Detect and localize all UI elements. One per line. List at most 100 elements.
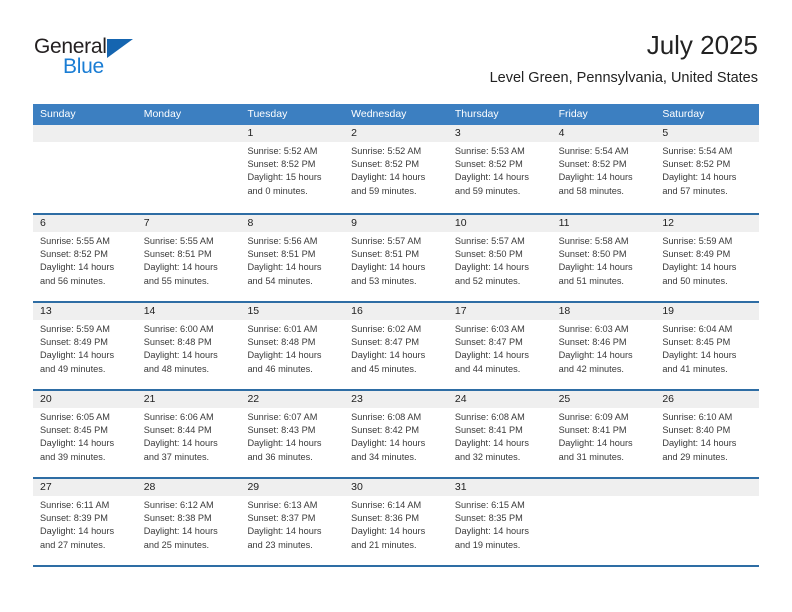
calendar-grid: Sunday Monday Tuesday Wednesday Thursday…: [33, 104, 760, 567]
calendar-day-cell[interactable]: 25 Sunrise: 6:09 AM Sunset: 8:41 PM Dayligh…: [551, 391, 656, 477]
calendar-day-cell[interactable]: 12 Sunrise: 5:59 AM Sunset: 8:49 PM Dayligh…: [655, 215, 760, 301]
calendar-day-cell[interactable]: 26 Sunrise: 6:10 AM Sunset: 8:40 PM Dayligh…: [655, 391, 760, 477]
calendar-day-cell[interactable]: 28 Sunrise: 6:12 AM Sunset: 8:38 PM Dayligh…: [136, 479, 241, 565]
weekday-monday: Monday: [143, 108, 182, 120]
calendar-day-cell[interactable]: 27 Sunrise: 6:11 AM Sunset: 8:39 PM Dayligh…: [33, 479, 137, 565]
sunrise-time: Sunrise: 6:12 AM: [143, 500, 214, 510]
sunset-time: Sunset: 8:52 PM: [558, 159, 627, 170]
day-number: 7: [136, 215, 241, 232]
calendar-day-cell[interactable]: 1 Sunrise: 5:52 AM Sunset: 8:52 PM Daylight…: [240, 125, 345, 213]
sunrise-time: Sunrise: 6:11 AM: [40, 500, 110, 510]
calendar-day-cell[interactable]: 3 Sunrise: 5:53 AM Sunset: 8:52 PM Daylight…: [447, 125, 552, 213]
calendar-day-cell[interactable]: 22 Sunrise: 6:07 AM Sunset: 8:43 PM Dayligh…: [240, 391, 345, 477]
daylight-duration-line-2: and 31 minutes.: [558, 451, 624, 462]
sunset-time: Sunset: 8:38 PM: [143, 513, 212, 524]
day-details: Sunrise: 5:53 AM Sunset: 8:52 PM Daylight:…: [448, 142, 552, 198]
day-details: Sunrise: 5:56 AM Sunset: 8:51 PM Daylight:…: [240, 232, 344, 288]
calendar-week-row: 27 Sunrise: 6:11 AM Sunset: 8:39 PM Dayligh…: [33, 477, 760, 565]
daylight-duration-line-2: and 27 minutes.: [40, 539, 106, 550]
calendar-day-cell[interactable]: 24 Sunrise: 6:08 AM Sunset: 8:41 PM Dayligh…: [447, 391, 552, 477]
daylight-duration-line-1: Daylight: 14 hours: [247, 262, 322, 273]
sunrise-time: Sunrise: 6:02 AM: [351, 324, 422, 334]
daylight-duration-line-2: and 46 minutes.: [247, 363, 313, 374]
sunset-time: Sunset: 8:45 PM: [40, 425, 108, 436]
calendar-page: General Blue July 2025 Level Green, Penn…: [0, 0, 792, 612]
calendar-day-empty: [33, 125, 137, 213]
day-number: [136, 125, 241, 142]
calendar-day-cell[interactable]: 19 Sunrise: 6:04 AM Sunset: 8:45 PM Dayligh…: [655, 303, 760, 389]
calendar-day-cell[interactable]: 23 Sunrise: 6:08 AM Sunset: 8:42 PM Dayligh…: [344, 391, 448, 477]
daylight-duration-line-2: and 0 minutes.: [247, 185, 308, 196]
day-details: Sunrise: 6:02 AM Sunset: 8:47 PM Daylight:…: [344, 320, 448, 376]
calendar-day-cell[interactable]: 31 Sunrise: 6:15 AM Sunset: 8:35 PM Dayligh…: [447, 479, 552, 565]
daylight-duration-line-2: and 44 minutes.: [454, 363, 521, 374]
day-number: 12: [655, 215, 760, 232]
sunset-time: Sunset: 8:50 PM: [454, 249, 523, 260]
calendar-day-cell[interactable]: 15 Sunrise: 6:01 AM Sunset: 8:48 PM Dayligh…: [240, 303, 345, 389]
day-number: 25: [551, 391, 656, 408]
calendar-day-cell[interactable]: 9 Sunrise: 5:57 AM Sunset: 8:51 PM Daylight…: [344, 215, 448, 301]
sunset-time: Sunset: 8:47 PM: [351, 337, 420, 348]
calendar-day-cell[interactable]: 21 Sunrise: 6:06 AM Sunset: 8:44 PM Dayligh…: [136, 391, 241, 477]
calendar-day-cell[interactable]: 8 Sunrise: 5:56 AM Sunset: 8:51 PM Daylight…: [240, 215, 345, 301]
daylight-duration-line-2: and 25 minutes.: [143, 539, 210, 550]
sunset-time: Sunset: 8:41 PM: [558, 425, 627, 436]
daylight-duration-line-2: and 53 minutes.: [351, 275, 417, 286]
calendar-day-cell[interactable]: 17 Sunrise: 6:03 AM Sunset: 8:47 PM Dayligh…: [447, 303, 552, 389]
calendar-day-cell[interactable]: 18 Sunrise: 6:03 AM Sunset: 8:46 PM Dayligh…: [551, 303, 656, 389]
daylight-duration-line-1: Daylight: 14 hours: [558, 438, 633, 449]
calendar-week-row: 20 Sunrise: 6:05 AM Sunset: 8:45 PM Dayligh…: [33, 389, 760, 477]
day-number: [655, 479, 760, 496]
calendar-day-cell[interactable]: 16 Sunrise: 6:02 AM Sunset: 8:47 PM Dayligh…: [344, 303, 448, 389]
daylight-duration-line-2: and 51 minutes.: [558, 275, 624, 286]
calendar-day-cell[interactable]: 14 Sunrise: 6:00 AM Sunset: 8:48 PM Dayligh…: [136, 303, 241, 389]
sunrise-time: Sunrise: 5:57 AM: [454, 236, 525, 246]
day-number: 30: [344, 479, 448, 496]
daylight-duration-line-1: Daylight: 14 hours: [662, 172, 737, 183]
day-number: 29: [240, 479, 345, 496]
daylight-duration-line-2: and 34 minutes.: [351, 451, 417, 462]
day-number: 21: [136, 391, 241, 408]
calendar-day-cell[interactable]: 10 Sunrise: 5:57 AM Sunset: 8:50 PM Dayligh…: [447, 215, 552, 301]
calendar-day-cell[interactable]: 4 Sunrise: 5:54 AM Sunset: 8:52 PM Daylight…: [551, 125, 656, 213]
calendar-day-cell[interactable]: 29 Sunrise: 6:13 AM Sunset: 8:37 PM Dayligh…: [240, 479, 345, 565]
daylight-duration-line-1: Daylight: 14 hours: [40, 350, 115, 361]
day-number: 15: [240, 303, 345, 320]
sunrise-time: Sunrise: 5:58 AM: [558, 236, 629, 246]
day-number: 5: [655, 125, 760, 142]
day-number: 16: [344, 303, 448, 320]
calendar-day-cell[interactable]: 6 Sunrise: 5:55 AM Sunset: 8:52 PM Daylight…: [33, 215, 137, 301]
daylight-duration-line-2: and 50 minutes.: [662, 275, 728, 286]
daylight-duration-line-2: and 19 minutes.: [454, 539, 521, 550]
generalblue-logo[interactable]: General Blue: [34, 36, 164, 82]
day-details: Sunrise: 5:59 AM Sunset: 8:49 PM Daylight:…: [33, 320, 137, 376]
sunset-time: Sunset: 8:52 PM: [662, 159, 731, 170]
calendar-day-cell[interactable]: 11 Sunrise: 5:58 AM Sunset: 8:50 PM Dayligh…: [551, 215, 656, 301]
sunset-time: Sunset: 8:49 PM: [662, 249, 731, 260]
grid-bottom-divider: [33, 565, 759, 567]
sunrise-time: Sunrise: 6:01 AM: [247, 324, 318, 334]
daylight-duration-line-1: Daylight: 14 hours: [247, 350, 322, 361]
calendar-day-cell[interactable]: 30 Sunrise: 6:14 AM Sunset: 8:36 PM Dayligh…: [344, 479, 448, 565]
sunset-time: Sunset: 8:51 PM: [143, 249, 212, 260]
sunrise-time: Sunrise: 6:10 AM: [662, 412, 733, 422]
calendar-day-cell[interactable]: 20 Sunrise: 6:05 AM Sunset: 8:45 PM Dayligh…: [33, 391, 137, 477]
calendar-day-cell[interactable]: 7 Sunrise: 5:55 AM Sunset: 8:51 PM Daylight…: [136, 215, 241, 301]
day-details: Sunrise: 6:01 AM Sunset: 8:48 PM Daylight:…: [240, 320, 344, 376]
weekday-wednesday: Wednesday: [351, 108, 407, 120]
calendar-day-cell[interactable]: 5 Sunrise: 5:54 AM Sunset: 8:52 PM Daylight…: [655, 125, 760, 213]
daylight-duration-line-2: and 57 minutes.: [662, 185, 728, 196]
weekday-friday: Friday: [558, 108, 588, 120]
sunset-time: Sunset: 8:52 PM: [351, 159, 420, 170]
daylight-duration-line-2: and 45 minutes.: [351, 363, 417, 374]
day-number: 13: [33, 303, 137, 320]
day-number: [551, 479, 656, 496]
daylight-duration-line-2: and 55 minutes.: [143, 275, 210, 286]
sunset-time: Sunset: 8:41 PM: [454, 425, 523, 436]
day-details: Sunrise: 6:13 AM Sunset: 8:37 PM Daylight:…: [240, 496, 344, 552]
day-details: Sunrise: 6:10 AM Sunset: 8:40 PM Daylight:…: [655, 408, 759, 464]
sunrise-time: Sunrise: 5:55 AM: [40, 236, 110, 246]
day-number: 2: [344, 125, 448, 142]
calendar-day-cell[interactable]: 13 Sunrise: 5:59 AM Sunset: 8:49 PM Dayligh…: [33, 303, 137, 389]
calendar-day-cell[interactable]: 2 Sunrise: 5:52 AM Sunset: 8:52 PM Daylight…: [344, 125, 448, 213]
